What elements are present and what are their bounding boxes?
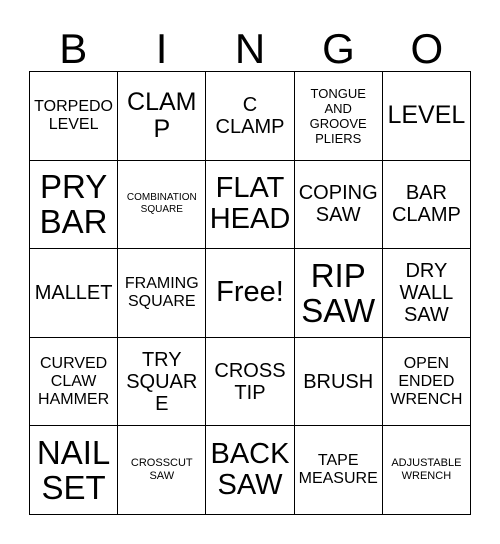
bingo-cell[interactable]: COMBINATION SQUARE bbox=[118, 160, 207, 250]
bingo-cell[interactable]: BAR CLAMP bbox=[382, 160, 471, 250]
bingo-cell[interactable]: PRY BAR bbox=[30, 160, 119, 250]
bingo-cell[interactable]: C CLAMP bbox=[206, 72, 295, 161]
bingo-header-row: BINGO bbox=[29, 14, 471, 71]
bingo-cell-label: FRAMING SQUARE bbox=[124, 274, 199, 310]
bingo-cell[interactable]: FRAMING SQUARE bbox=[118, 249, 207, 338]
bingo-card: B I N G O TORPEDO LEVEL CLAMP C CLAMP TONGUE AN… bbox=[0, 0, 500, 544]
bingo-cell[interactable]: CROSSCUT SAW bbox=[118, 426, 207, 515]
bingo-cell-label: MALLET bbox=[34, 281, 113, 304]
bingo-cell[interactable]: LEVEL bbox=[382, 72, 471, 161]
bingo-cell[interactable]: BACK SAW bbox=[206, 426, 295, 515]
bingo-cell-label: TORPEDO LEVEL bbox=[34, 97, 113, 133]
bingo-cell[interactable]: COPING SAW bbox=[294, 160, 383, 250]
bingo-cell-label: DRY WALL SAW bbox=[399, 259, 454, 326]
bingo-header-letter-i: I bbox=[155, 25, 168, 72]
bingo-cell[interactable]: TAPE MEASURE bbox=[294, 426, 383, 515]
bingo-cell-label: CROSS TIP bbox=[214, 359, 286, 404]
bingo-header-letter-o: O bbox=[410, 25, 444, 72]
bingo-cell[interactable]: CROSS TIP bbox=[206, 337, 295, 427]
bingo-cell[interactable]: ADJUSTABLE WRENCH bbox=[382, 426, 471, 515]
bingo-cell[interactable]: CURVED CLAW HAMMER bbox=[30, 337, 119, 427]
bingo-cell-label: LEVEL bbox=[387, 101, 466, 130]
bingo-cell-label: RIP SAW bbox=[301, 256, 376, 329]
bingo-header-letter-n: N bbox=[234, 25, 266, 72]
bingo-header-letter-g: G bbox=[322, 25, 355, 72]
bingo-cell-label: TRY SQUARE bbox=[126, 348, 198, 415]
bingo-cell[interactable]: DRY WALL SAW bbox=[382, 249, 471, 338]
bingo-free-space[interactable]: Free! bbox=[206, 249, 295, 338]
bingo-cell[interactable]: MALLET bbox=[30, 249, 119, 338]
bingo-cell-label: CROSSCUT SAW bbox=[130, 457, 193, 483]
bingo-cell[interactable]: TONGUE AND GROOVE PLIERS bbox=[294, 72, 383, 161]
bingo-cell-label: TAPE MEASURE bbox=[298, 452, 378, 488]
bingo-cell-label: BRUSH bbox=[303, 370, 374, 393]
bingo-cell[interactable]: TORPEDO LEVEL bbox=[30, 72, 119, 161]
bingo-cell-label: Free! bbox=[216, 276, 284, 309]
bingo-cell[interactable]: RIP SAW bbox=[294, 249, 383, 338]
bingo-cell[interactable]: TRY SQUARE bbox=[118, 337, 207, 427]
bingo-grid: TORPEDO LEVEL CLAMP C CLAMP TONGUE AND GROO… bbox=[29, 71, 471, 515]
bingo-cell-label: C CLAMP bbox=[215, 93, 285, 138]
bingo-cell[interactable]: CLAMP bbox=[118, 72, 207, 161]
bingo-cell-label: TONGUE AND GROOVE PLIERS bbox=[309, 85, 367, 146]
bingo-cell-label: CLAMP bbox=[127, 87, 197, 143]
bingo-cell-label: OPEN ENDED WRENCH bbox=[390, 354, 463, 408]
bingo-cell-label: FLAT HEAD bbox=[209, 172, 291, 236]
bingo-cell-label: BACK SAW bbox=[210, 438, 290, 502]
bingo-cell-label: PRY BAR bbox=[39, 168, 108, 241]
bingo-cell[interactable]: BRUSH bbox=[294, 337, 383, 427]
bingo-cell-label: COPING SAW bbox=[298, 182, 378, 227]
bingo-cell-label: BAR CLAMP bbox=[391, 182, 461, 227]
bingo-cell[interactable]: FLAT HEAD bbox=[206, 160, 295, 250]
bingo-cell-label: NAIL SET bbox=[36, 434, 111, 507]
bingo-cell-label: ADJUSTABLE WRENCH bbox=[391, 457, 462, 483]
bingo-cell[interactable]: NAIL SET bbox=[30, 426, 119, 515]
bingo-header-letter-b: B bbox=[59, 25, 88, 72]
bingo-cell-label: COMBINATION SQUARE bbox=[126, 192, 197, 216]
bingo-cell[interactable]: OPEN ENDED WRENCH bbox=[382, 337, 471, 427]
bingo-cell-label: CURVED CLAW HAMMER bbox=[38, 354, 110, 408]
